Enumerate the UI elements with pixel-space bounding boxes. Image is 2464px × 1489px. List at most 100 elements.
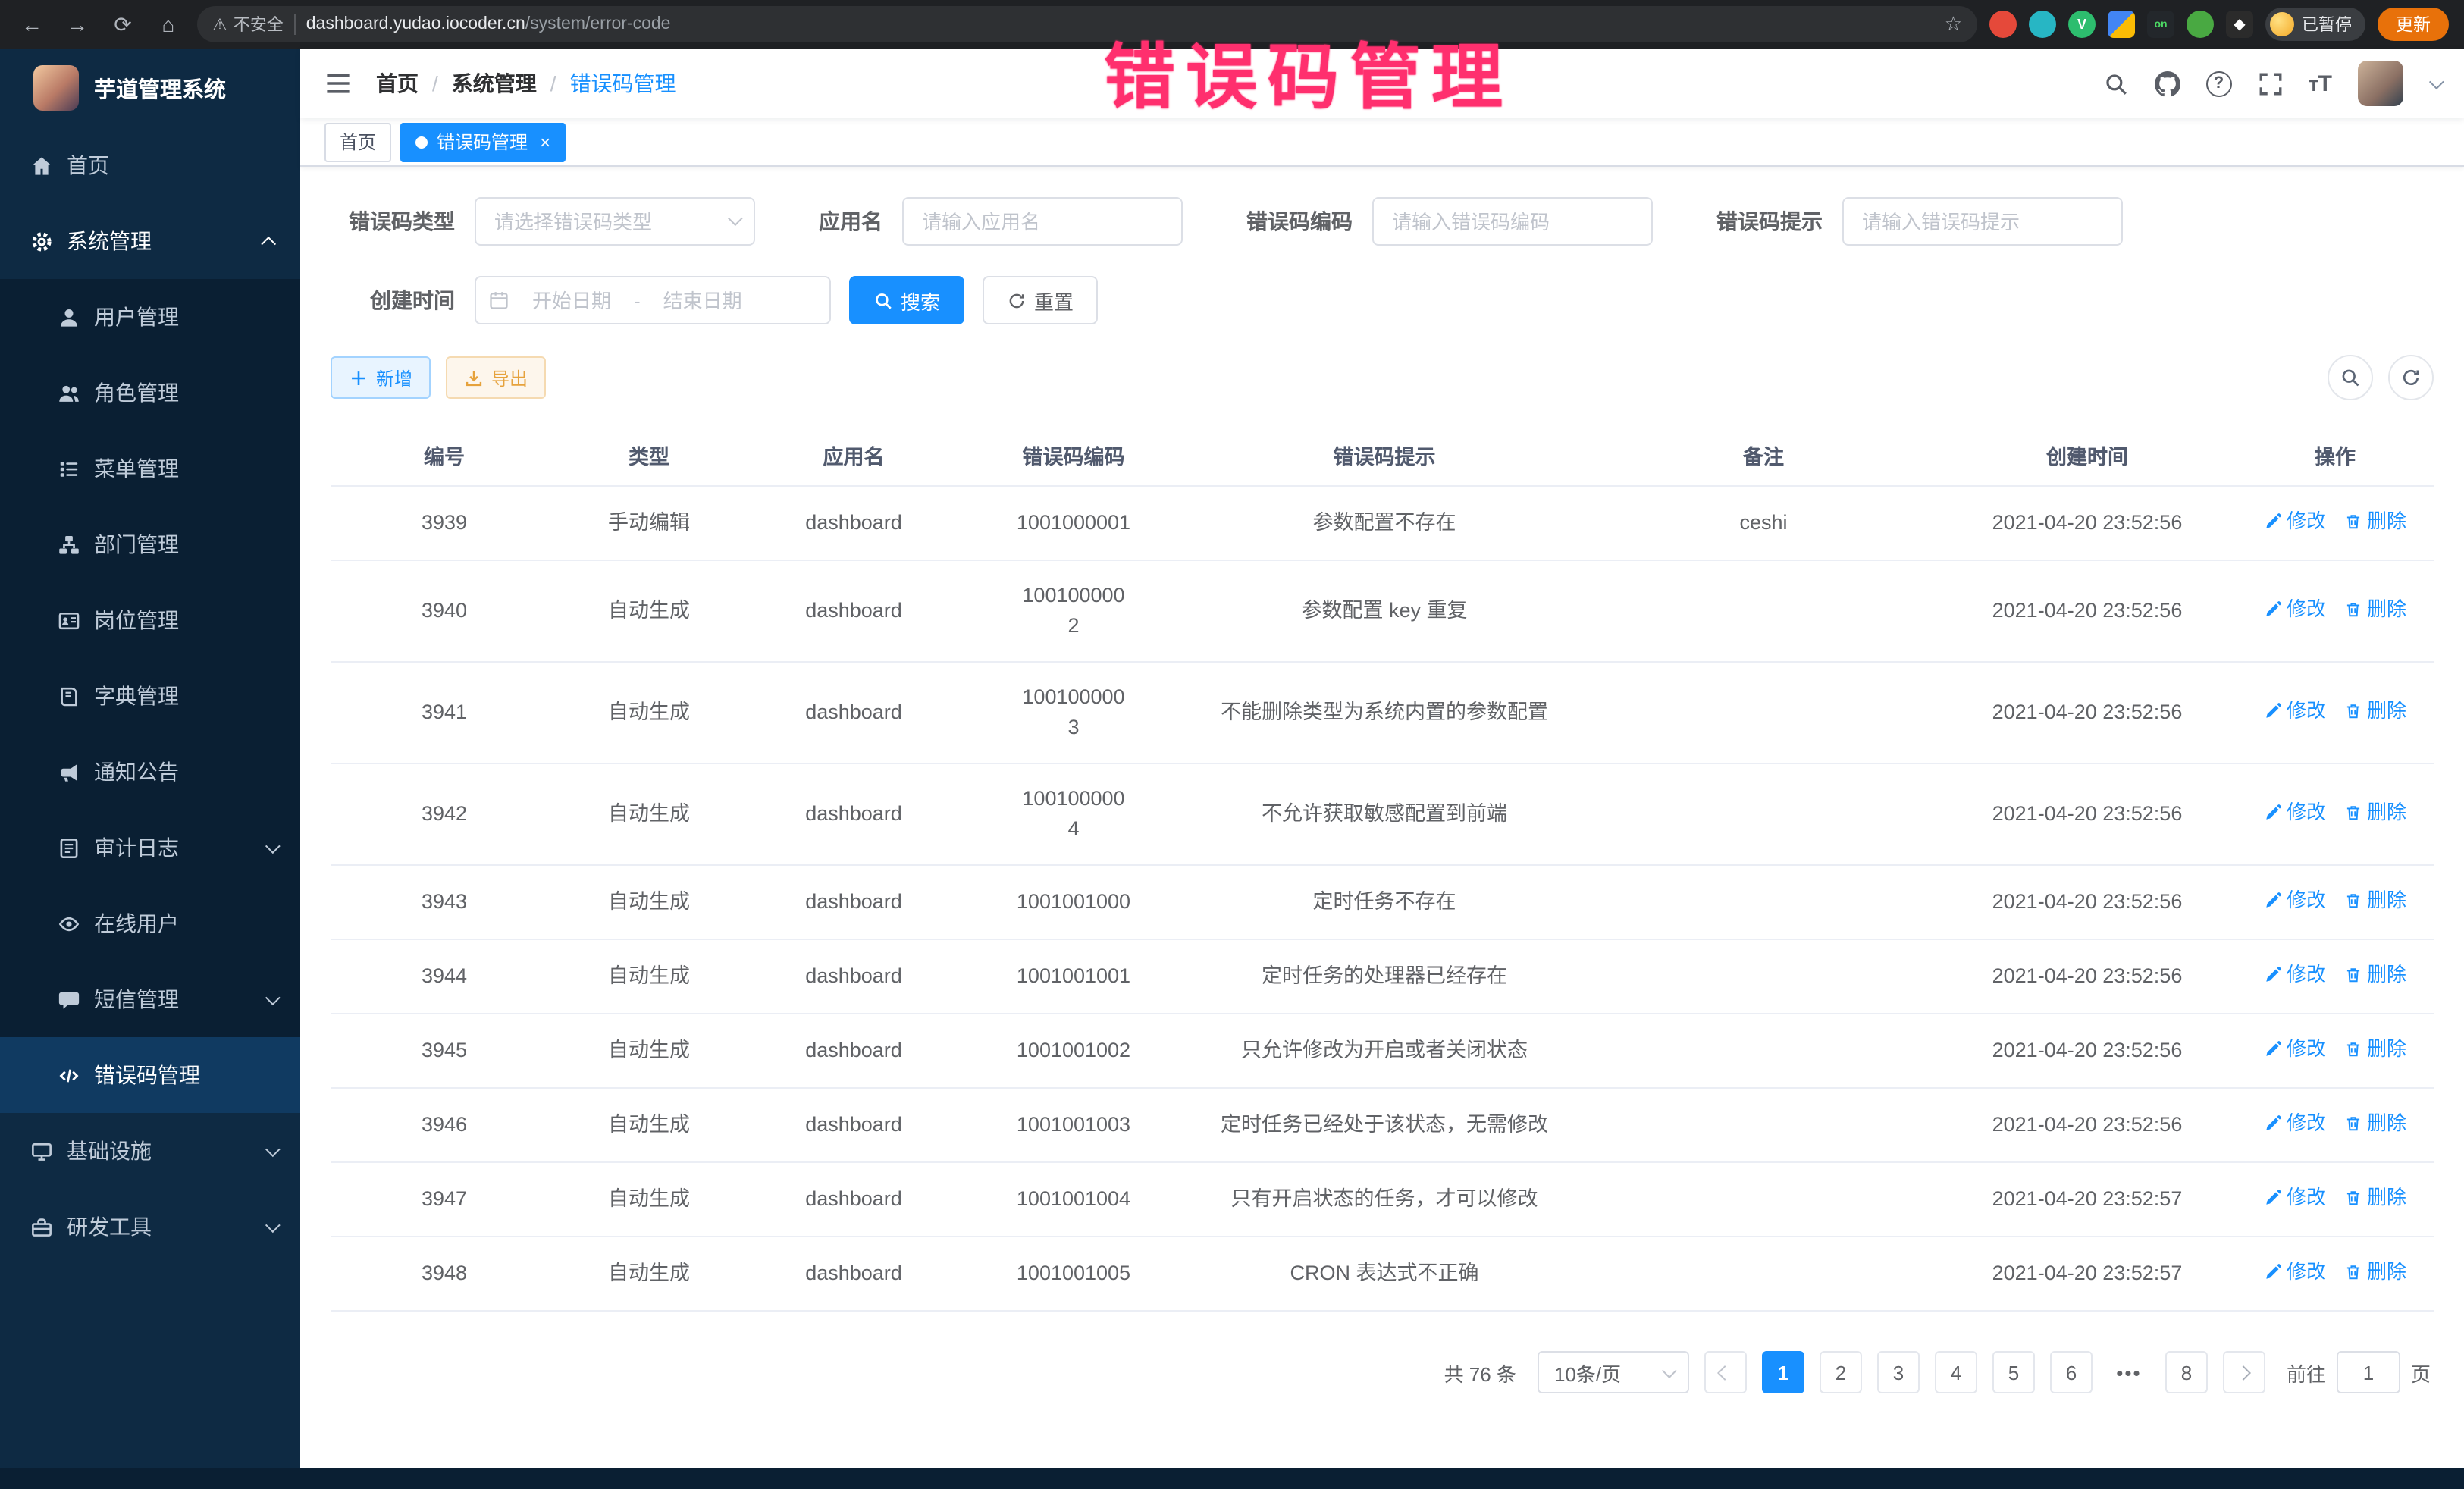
extension-switch-icon[interactable]: on bbox=[2147, 11, 2174, 38]
fullscreen-icon[interactable] bbox=[2257, 71, 2283, 96]
edit-link[interactable]: 修改 bbox=[2264, 696, 2326, 726]
cell-app: dashboard bbox=[740, 662, 967, 763]
sidebar-item-user[interactable]: 用户管理 bbox=[0, 279, 300, 355]
tab-error-code[interactable]: 错误码管理 × bbox=[400, 122, 566, 161]
more-pages-button[interactable]: ••• bbox=[2108, 1361, 2150, 1384]
sidebar-item-menu[interactable]: 菜单管理 bbox=[0, 431, 300, 506]
filter-type-select[interactable] bbox=[475, 197, 755, 246]
breadcrumb-home[interactable]: 首页 bbox=[376, 68, 419, 99]
url-text[interactable]: dashboard.yudao.iocoder.cn/system/error-… bbox=[306, 15, 671, 33]
filter-type-input[interactable] bbox=[475, 197, 755, 246]
page-button[interactable]: 4 bbox=[1935, 1351, 1977, 1393]
edit-link[interactable]: 修改 bbox=[2264, 594, 2326, 625]
delete-link[interactable]: 删除 bbox=[2344, 886, 2406, 916]
extension-red-icon[interactable] bbox=[1989, 11, 2017, 38]
avatar-caret-icon[interactable] bbox=[2429, 74, 2444, 89]
sidebar-item-post[interactable]: 岗位管理 bbox=[0, 582, 300, 658]
sidebar-item-audit-log[interactable]: 审计日志 bbox=[0, 810, 300, 886]
filter-app-input[interactable] bbox=[902, 197, 1183, 246]
page-size-select[interactable]: 10条/页 bbox=[1538, 1351, 1689, 1393]
font-size-icon[interactable]: TT bbox=[2309, 72, 2332, 95]
sidebar-item-dict[interactable]: 字典管理 bbox=[0, 658, 300, 734]
edit-link[interactable]: 修改 bbox=[2264, 1183, 2326, 1213]
sidebar-item-role[interactable]: 角色管理 bbox=[0, 355, 300, 431]
browser-update-button[interactable]: 更新 bbox=[2378, 8, 2449, 41]
sidebar-item-online-user[interactable]: 在线用户 bbox=[0, 886, 300, 961]
filter-hint-input[interactable] bbox=[1842, 197, 2123, 246]
sidebar-item-notice[interactable]: 通知公告 bbox=[0, 734, 300, 810]
user-avatar[interactable] bbox=[2358, 61, 2403, 106]
github-icon[interactable] bbox=[2154, 71, 2180, 96]
filter-code-input[interactable] bbox=[1372, 197, 1653, 246]
edit-link[interactable]: 修改 bbox=[2264, 506, 2326, 537]
bookmark-star-icon[interactable]: ☆ bbox=[1945, 12, 1962, 36]
delete-link[interactable]: 删除 bbox=[2344, 696, 2406, 726]
edit-link[interactable]: 修改 bbox=[2264, 1108, 2326, 1139]
cell-code: 100100000 4 bbox=[967, 763, 1180, 865]
extension-pin-icon[interactable]: ◆ bbox=[2226, 11, 2253, 38]
extension-grid-icon[interactable] bbox=[2108, 11, 2135, 38]
delete-link[interactable]: 删除 bbox=[2344, 1183, 2406, 1213]
refresh-table-button[interactable] bbox=[2388, 355, 2434, 400]
page-button[interactable]: 3 bbox=[1877, 1351, 1920, 1393]
address-bar[interactable]: ⚠不安全 dashboard.yudao.iocoder.cn/system/e… bbox=[197, 6, 1977, 42]
end-date-input[interactable] bbox=[647, 289, 759, 312]
sidebar-item-dept[interactable]: 部门管理 bbox=[0, 506, 300, 582]
edit-link[interactable]: 修改 bbox=[2264, 886, 2326, 916]
page-button[interactable]: 5 bbox=[1992, 1351, 2035, 1393]
topbar: 首页 / 系统管理 / 错误码管理 ? TT bbox=[300, 49, 2464, 118]
tab-close-icon[interactable]: × bbox=[540, 133, 550, 151]
sidebar-item-system[interactable]: 系统管理 bbox=[0, 203, 300, 279]
edit-link[interactable]: 修改 bbox=[2264, 798, 2326, 828]
delete-link[interactable]: 删除 bbox=[2344, 506, 2406, 537]
date-range-picker[interactable]: - bbox=[475, 276, 831, 324]
reset-button[interactable]: 重置 bbox=[983, 276, 1098, 324]
pencil-icon bbox=[2264, 1040, 2282, 1058]
prev-page-button[interactable] bbox=[1704, 1351, 1747, 1393]
sidebar-item-error-code[interactable]: 错误码管理 bbox=[0, 1037, 300, 1113]
cell-id: 3948 bbox=[331, 1237, 558, 1311]
sidebar-item-home[interactable]: 首页 bbox=[0, 127, 300, 203]
start-date-input[interactable] bbox=[516, 289, 628, 312]
browser-home-icon[interactable]: ⌂ bbox=[152, 8, 185, 41]
edit-link[interactable]: 修改 bbox=[2264, 1034, 2326, 1064]
delete-link[interactable]: 删除 bbox=[2344, 1034, 2406, 1064]
page-button[interactable]: 1 bbox=[1762, 1351, 1804, 1393]
sidebar-item-dev-tools[interactable]: 研发工具 bbox=[0, 1189, 300, 1265]
app-logo-row[interactable]: 芋道管理系统 bbox=[0, 49, 300, 127]
page-button[interactable]: 6 bbox=[2050, 1351, 2093, 1393]
delete-link[interactable]: 删除 bbox=[2344, 594, 2406, 625]
profile-paused-chip[interactable]: 已暂停 bbox=[2265, 8, 2365, 41]
delete-link[interactable]: 删除 bbox=[2344, 960, 2406, 990]
page-button[interactable]: 8 bbox=[2165, 1351, 2208, 1393]
breadcrumb-system[interactable]: 系统管理 bbox=[452, 68, 537, 99]
security-warning[interactable]: ⚠不安全 bbox=[212, 12, 284, 36]
sidebar-item-infra[interactable]: 基础设施 bbox=[0, 1113, 300, 1189]
browser-back-icon[interactable]: ← bbox=[15, 8, 49, 41]
search-button[interactable]: 搜索 bbox=[849, 276, 964, 324]
extension-v-icon[interactable]: V bbox=[2068, 11, 2096, 38]
export-button[interactable]: 导出 bbox=[446, 356, 546, 399]
delete-link[interactable]: 删除 bbox=[2344, 1257, 2406, 1287]
sidebar-item-sms[interactable]: 短信管理 bbox=[0, 961, 300, 1037]
extension-leaf-icon[interactable] bbox=[2187, 11, 2214, 38]
delete-link[interactable]: 删除 bbox=[2344, 1108, 2406, 1139]
help-icon[interactable]: ? bbox=[2205, 71, 2231, 96]
edit-link[interactable]: 修改 bbox=[2264, 1257, 2326, 1287]
tab-home[interactable]: 首页 bbox=[324, 122, 391, 161]
hamburger-icon[interactable] bbox=[324, 70, 352, 97]
filter-time-label: 创建时间 bbox=[331, 285, 455, 315]
page-button[interactable]: 2 bbox=[1820, 1351, 1862, 1393]
next-page-button[interactable] bbox=[2223, 1351, 2265, 1393]
add-button[interactable]: 新增 bbox=[331, 356, 431, 399]
goto-page-input[interactable] bbox=[2337, 1351, 2400, 1393]
cell-hint: 不允许获取敏感配置到前端 bbox=[1180, 763, 1589, 865]
delete-link[interactable]: 删除 bbox=[2344, 798, 2406, 828]
browser-reload-icon[interactable]: ⟳ bbox=[106, 8, 140, 41]
extension-drop-icon[interactable] bbox=[2029, 11, 2056, 38]
browser-forward-icon[interactable]: → bbox=[61, 8, 94, 41]
edit-link[interactable]: 修改 bbox=[2264, 960, 2326, 990]
toggle-search-button[interactable] bbox=[2328, 355, 2373, 400]
filter-row-2: 创建时间 - 搜索 bbox=[331, 276, 2434, 324]
search-icon[interactable] bbox=[2102, 71, 2128, 96]
